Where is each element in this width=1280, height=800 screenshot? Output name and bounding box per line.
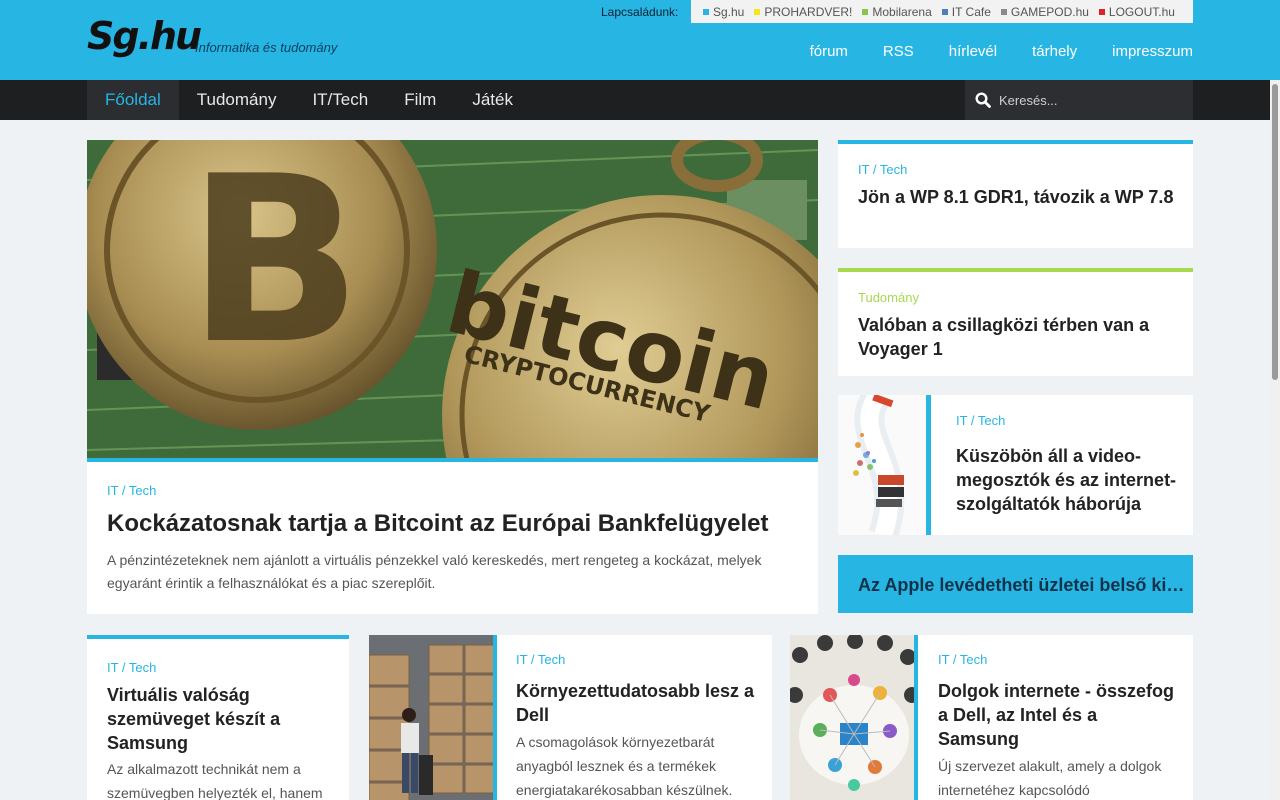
bottom-article-description: A csomagolások környezetbarát anyagból l…: [516, 734, 733, 798]
side-article-title[interactable]: Az Apple levédetheti üzletei belső kiala…: [858, 573, 1193, 597]
nav-item-home[interactable]: Főoldal: [87, 80, 179, 120]
svg-text:B: B: [187, 140, 362, 395]
side-article-category[interactable]: IT / Tech: [858, 162, 907, 177]
side-article-4[interactable]: Az Apple levédetheti üzletei belső kiala…: [838, 555, 1193, 613]
side-article-title[interactable]: Jön a WP 8.1 GDR1, távozik a WP 7.8: [858, 185, 1178, 209]
page-scrollbar[interactable]: [1270, 80, 1280, 800]
hero-category[interactable]: IT / Tech: [107, 483, 156, 498]
search-icon[interactable]: [975, 92, 991, 108]
side-article-category[interactable]: IT / Tech: [956, 413, 1005, 428]
sg-dot-icon: [703, 8, 709, 15]
header-link-newsletter[interactable]: hírlevél: [949, 43, 997, 60]
family-link-label: Mobilarena: [872, 4, 932, 19]
mobilarena-dot-icon: [862, 8, 869, 15]
family-link-label: LOGOUT.hu: [1108, 4, 1175, 19]
bottom-article-1[interactable]: IT / Tech Virtuális valóság szemüveget k…: [87, 635, 349, 800]
hero-description: A pénzintézeteknek nem ajánlott a virtuá…: [107, 552, 762, 591]
bottom-article-3[interactable]: IT / Tech Dolgok internete - összefog a …: [790, 635, 1193, 800]
family-link-mobilarena[interactable]: Mobilarena: [862, 4, 932, 19]
family-label: Lapcsaládunk:: [601, 5, 679, 19]
side-article-2[interactable]: Tudomány Valóban a csillagközi térben va…: [838, 268, 1193, 376]
hero-article[interactable]: B bitcoin CRYPTOCURRENCY IT / Tech Kocká…: [87, 140, 818, 614]
side-article-title[interactable]: Valóban a csillagközi térben van a Voyag…: [858, 313, 1158, 361]
header-link-hosting[interactable]: tárhely: [1032, 43, 1077, 60]
prohardver-dot-icon: [754, 8, 761, 15]
family-link-label: Sg.hu: [713, 4, 745, 19]
bottom-article-description: Az alkalmazott technikát nem a szemüvegb…: [107, 761, 323, 800]
family-link-label: IT Cafe: [951, 4, 991, 19]
nav-links: Főoldal Tudomány IT/Tech Film Játék: [87, 80, 531, 120]
site-tagline: Informatika és tudomány: [195, 40, 338, 55]
scrollbar-thumb[interactable]: [1272, 84, 1278, 380]
side-article-title[interactable]: Küszöbön áll a video-megosztók és az int…: [956, 444, 1181, 516]
nav-item-science[interactable]: Tudomány: [179, 80, 295, 120]
hero-title[interactable]: Kockázatosnak tartja a Bitcoint az Európ…: [107, 510, 769, 538]
dell-warehouse-image[interactable]: [369, 635, 497, 800]
bottom-article-title[interactable]: Dolgok internete - összefog a Dell, az I…: [938, 679, 1183, 751]
side-article-3[interactable]: IT / Tech Küszöbön áll a video-megosztók…: [838, 395, 1193, 535]
bottom-article-title[interactable]: Környezettudatosabb lesz a Dell: [516, 679, 761, 727]
bottom-article-description: Új szervezet alakult, amely a dolgok int…: [938, 758, 1162, 798]
header-link-forum[interactable]: fórum: [810, 43, 848, 60]
bottom-article-2[interactable]: IT / Tech Környezettudatosabb lesz a Del…: [369, 635, 772, 800]
family-link-itcafe[interactable]: IT Cafe: [941, 4, 991, 19]
family-link-prohardver[interactable]: PROHARDVER!: [754, 5, 852, 19]
site-header: Sg.hu Informatika és tudomány Lapcsaládu…: [0, 0, 1280, 80]
search-box: [965, 80, 1193, 120]
header-links: fórum RSS hírlevél tárhely impresszum: [810, 43, 1193, 60]
nav-item-game[interactable]: Játék: [454, 80, 531, 120]
header-link-impressum[interactable]: impresszum: [1112, 43, 1193, 60]
site-logo[interactable]: Sg.hu: [87, 14, 202, 58]
family-links: Sg.hu PROHARDVER! Mobilarena IT Cafe GAM…: [691, 0, 1193, 23]
header-link-rss[interactable]: RSS: [883, 43, 914, 60]
family-link-label: GAMEPOD.hu: [1010, 4, 1089, 19]
side-article-1[interactable]: IT / Tech Jön a WP 8.1 GDR1, távozik a W…: [838, 140, 1193, 248]
bitcoin-coins-image[interactable]: B bitcoin CRYPTOCURRENCY: [87, 140, 818, 462]
nav-item-film[interactable]: Film: [386, 80, 454, 120]
logout-dot-icon: [1098, 8, 1105, 15]
gamepod-dot-icon: [1000, 8, 1007, 15]
side-article-category[interactable]: Tudomány: [858, 290, 919, 305]
search-input[interactable]: [999, 92, 1179, 108]
family-link-logout[interactable]: LOGOUT.hu: [1098, 4, 1175, 19]
family-link-sg[interactable]: Sg.hu: [703, 5, 744, 19]
bottom-article-title[interactable]: Virtuális valóság szemüveget készít a Sa…: [107, 683, 332, 755]
family-link-label: PROHARDVER!: [764, 4, 853, 19]
internet-of-things-image[interactable]: [790, 635, 918, 800]
bottom-article-category[interactable]: IT / Tech: [107, 660, 156, 675]
family-link-gamepod[interactable]: GAMEPOD.hu: [1000, 4, 1089, 19]
bottom-article-category[interactable]: IT / Tech: [516, 652, 565, 667]
bottom-article-category[interactable]: IT / Tech: [938, 652, 987, 667]
nav-item-ittech[interactable]: IT/Tech: [294, 80, 386, 120]
cable-stream-image[interactable]: [838, 395, 931, 535]
main-nav: Főoldal Tudomány IT/Tech Film Játék: [0, 80, 1280, 120]
itcafe-dot-icon: [941, 8, 948, 15]
